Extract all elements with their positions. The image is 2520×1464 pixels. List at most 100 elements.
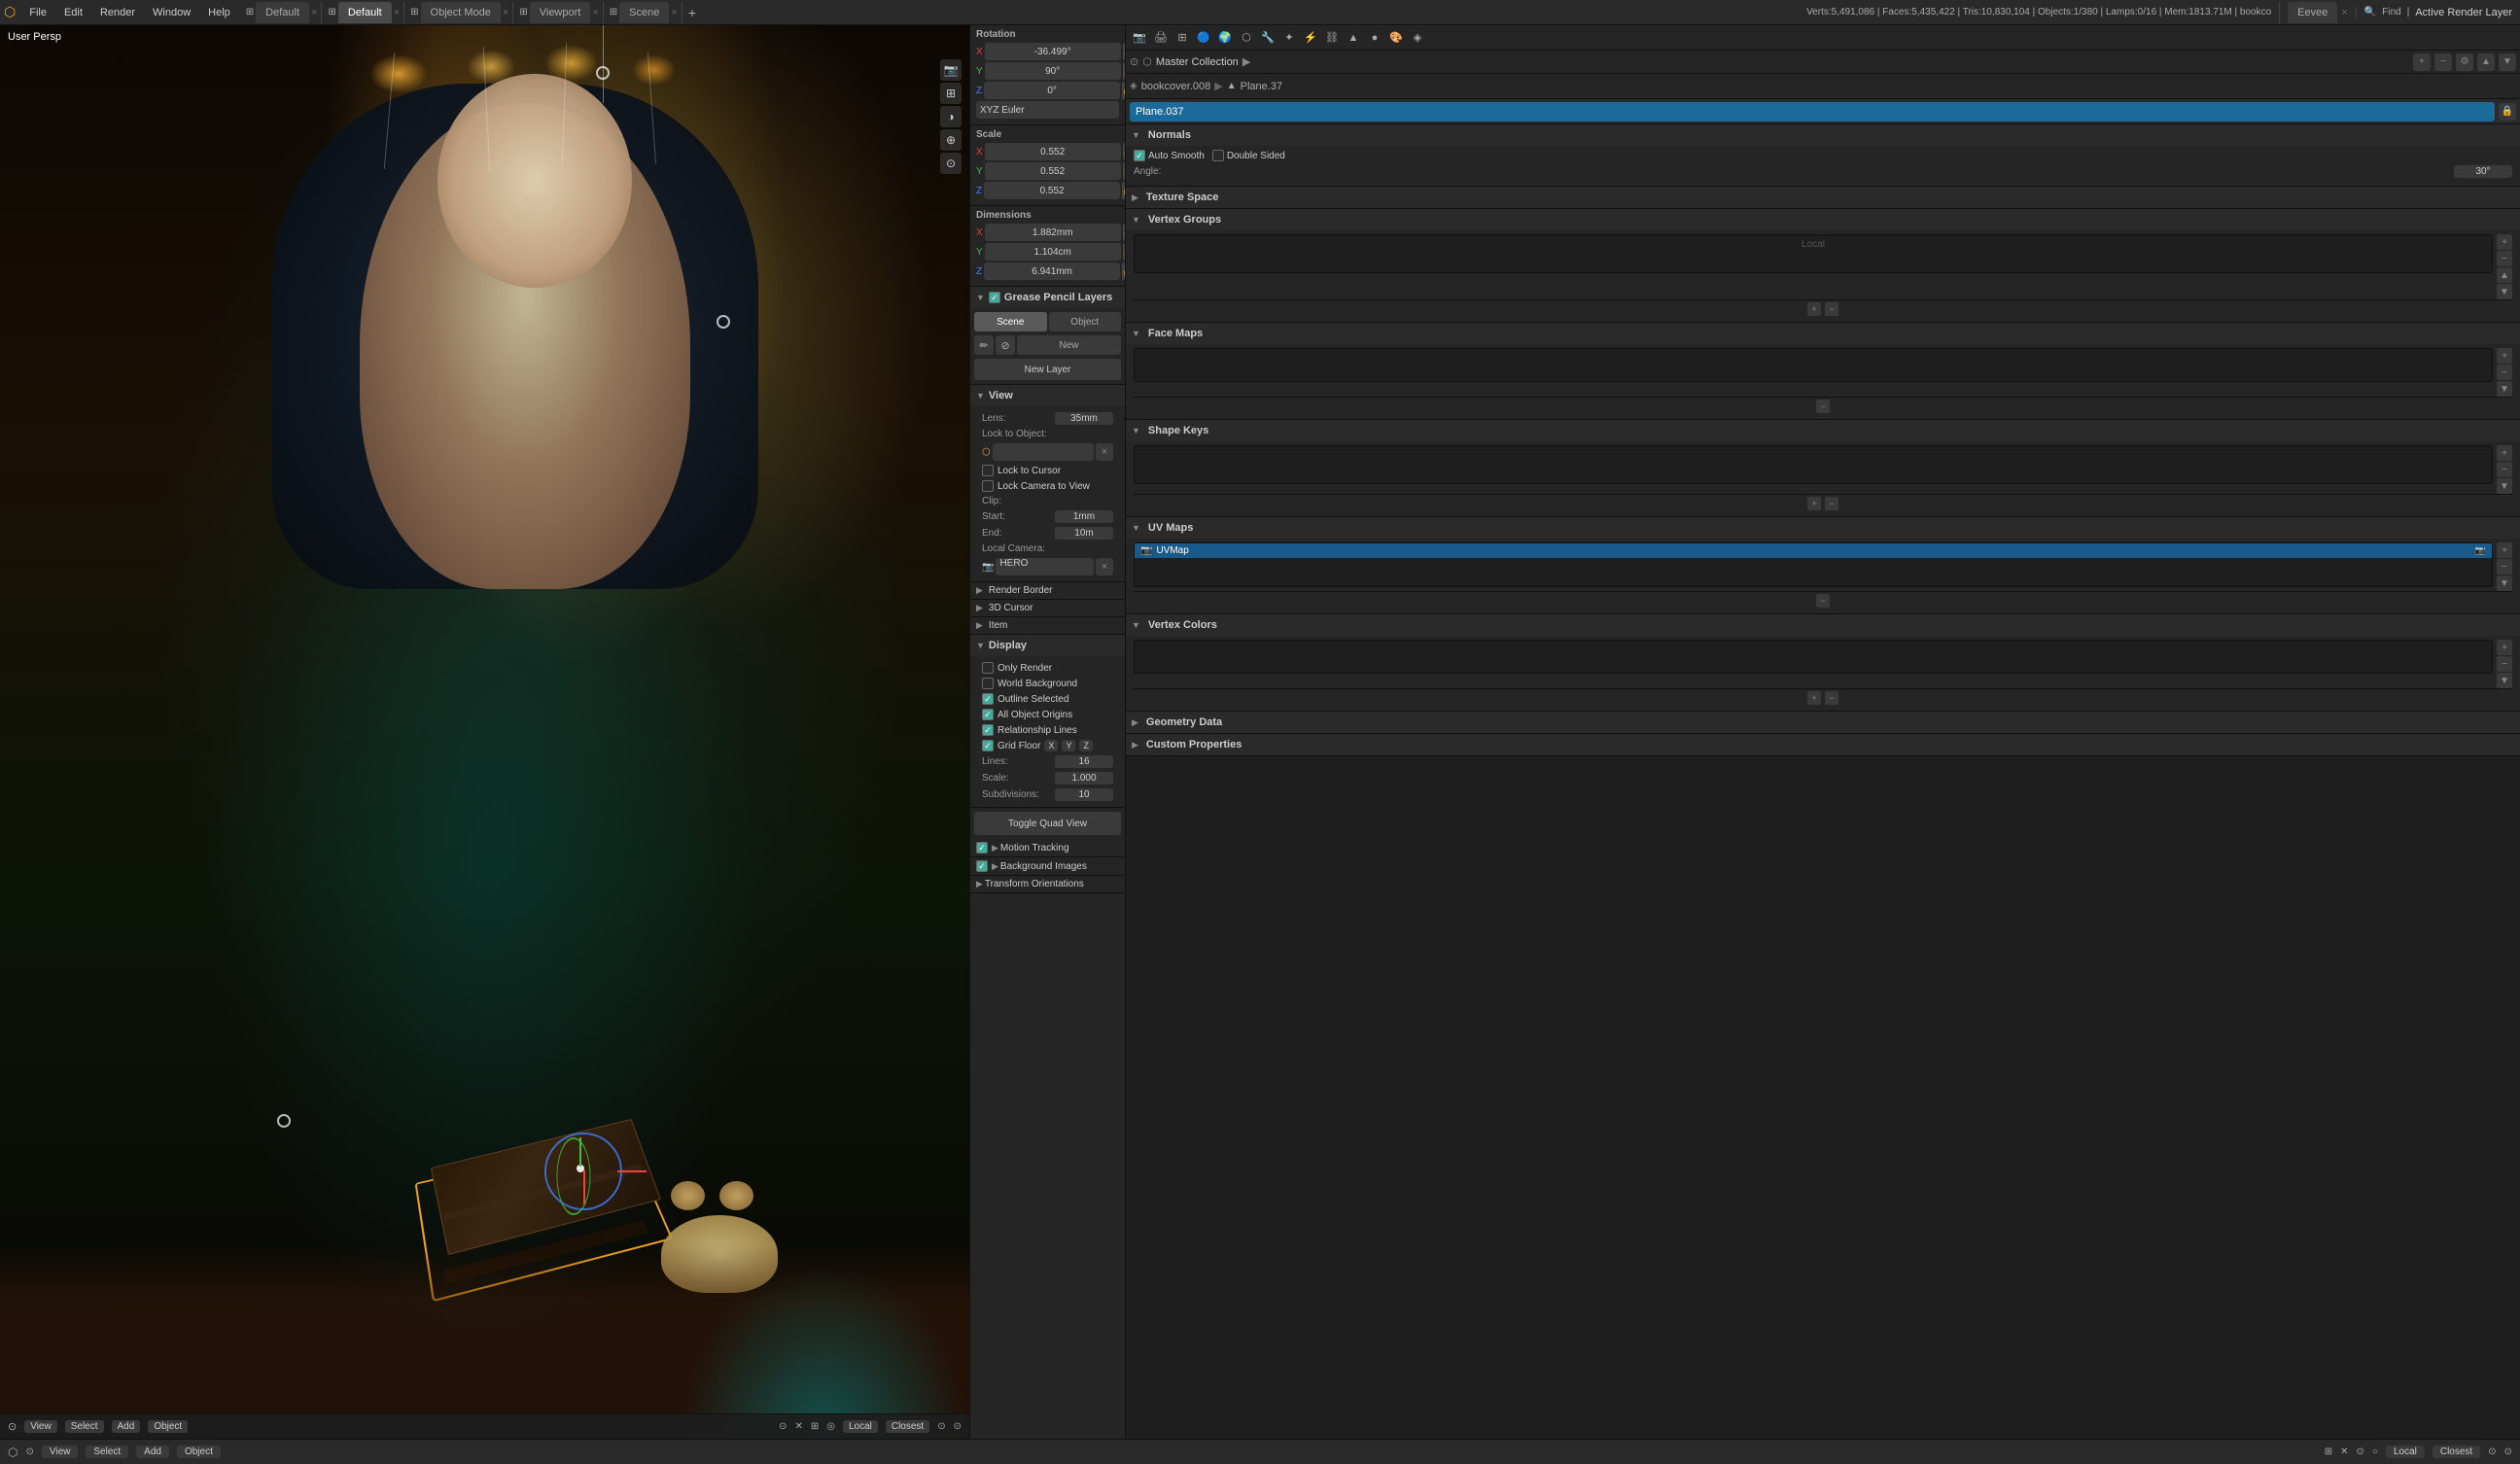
outline-sel-cb[interactable]: ✓	[982, 693, 994, 705]
relationship-cb[interactable]: ✓	[982, 724, 994, 736]
display-header[interactable]: ▼ Display	[970, 635, 1125, 656]
all-origins-row[interactable]: ✓ All Object Origins	[976, 707, 1119, 722]
ws-close-5[interactable]: ×	[671, 7, 677, 18]
rotation-z-input[interactable]: 0°	[984, 82, 1120, 99]
vp-closest[interactable]: Closest	[886, 1420, 929, 1433]
scale-z-input[interactable]: 0.552	[984, 182, 1120, 199]
grid-x-btn[interactable]: X	[1044, 740, 1058, 751]
world-bg-cb[interactable]	[982, 678, 994, 689]
vg-down-btn[interactable]: ▼	[2497, 284, 2512, 299]
grid-y-btn[interactable]: Y	[1062, 740, 1075, 751]
mode-icon-1[interactable]: ⊙	[779, 1421, 787, 1432]
rp-icon-view-layer[interactable]: ⊞	[1172, 28, 1192, 48]
shape-keys-header[interactable]: ▼ Shape Keys	[1126, 420, 2520, 441]
new-layer-button[interactable]: New Layer	[974, 359, 1121, 380]
menu-render[interactable]: Render	[92, 5, 143, 20]
clip-start-value[interactable]: 1mm	[1055, 510, 1113, 523]
vertex-colors-header[interactable]: ▼ Vertex Colors	[1126, 614, 2520, 636]
scale-z-lock[interactable]: 🔒	[1122, 182, 1125, 199]
sk-bottom-1[interactable]: +	[1807, 497, 1821, 510]
face-maps-header[interactable]: ▼ Face Maps	[1126, 323, 2520, 344]
all-origins-cb[interactable]: ✓	[982, 709, 994, 720]
workspace-default-2[interactable]: Default	[338, 2, 392, 23]
bottom-local-btn[interactable]: Local	[2386, 1446, 2425, 1458]
scale-x-lock[interactable]: 🔒	[1123, 143, 1125, 160]
dim-y-lock[interactable]: 🔒	[1123, 243, 1125, 261]
ws-close-2[interactable]: ×	[394, 7, 400, 18]
rp-icon-output[interactable]: 🖨	[1151, 28, 1171, 48]
rp-icon-render[interactable]: 📷	[1130, 28, 1149, 48]
dim-y-input[interactable]: 1.104cm	[985, 243, 1121, 261]
view-section-header[interactable]: ▼ View	[970, 385, 1125, 406]
mode-icon-4[interactable]: ◎	[826, 1421, 835, 1432]
ws-close-4[interactable]: ×	[592, 7, 598, 18]
scale-y-lock[interactable]: 🔒	[1123, 162, 1125, 180]
toggle-quad-view-btn[interactable]: Toggle Quad View	[974, 812, 1121, 835]
rp-settings-btn[interactable]: ⚙	[2456, 53, 2473, 71]
workspace-scene[interactable]: Scene	[619, 2, 669, 23]
vg-up-btn[interactable]: ▲	[2497, 267, 2512, 283]
bottom-add-btn[interactable]: Add	[136, 1446, 169, 1458]
fm-add-btn[interactable]: +	[2497, 348, 2512, 364]
lock-cam-view-row[interactable]: Lock Camera to View	[976, 478, 1119, 494]
rp-icon-particles[interactable]: ✦	[1279, 28, 1299, 48]
vc-remove-btn[interactable]: −	[2497, 656, 2512, 672]
scale-y-input[interactable]: 0.552	[985, 162, 1121, 180]
rotation-x-lock[interactable]: 🔒	[1123, 43, 1125, 60]
grid-z-btn[interactable]: Z	[1079, 740, 1093, 751]
rp-remove-btn[interactable]: −	[2434, 53, 2452, 71]
rotation-mode-input[interactable]: XYZ Euler	[976, 101, 1119, 119]
vc-bottom-2[interactable]: −	[1825, 691, 1838, 705]
lock-obj-field[interactable]	[993, 443, 1094, 461]
relationship-lines-row[interactable]: ✓ Relationship Lines	[976, 722, 1119, 738]
rp-down-btn[interactable]: ▼	[2499, 53, 2516, 71]
subdiv-value[interactable]: 10	[1055, 788, 1113, 801]
add-workspace-btn[interactable]: +	[688, 5, 696, 20]
rp-icon-physics[interactable]: ⚡	[1301, 28, 1320, 48]
sk-remove-btn[interactable]: −	[2497, 462, 2512, 477]
sk-add-btn[interactable]: +	[2497, 445, 2512, 461]
fm-remove-btn[interactable]: −	[2497, 365, 2512, 380]
auto-smooth-cb[interactable]: ✓	[1134, 150, 1145, 161]
cam-select[interactable]: HERO	[996, 558, 1094, 575]
vp-snap-icon[interactable]: ⊙	[937, 1421, 945, 1432]
vc-add-btn[interactable]: +	[2497, 640, 2512, 655]
gp-tab-scene[interactable]: Scene	[974, 312, 1047, 331]
gp-pencil-btn[interactable]: ✏	[974, 335, 994, 355]
gp-checkbox[interactable]: ✓	[989, 292, 1000, 303]
vg-add-btn[interactable]: +	[2497, 234, 2512, 250]
background-images-section[interactable]: ✓ ▶ Background Images	[970, 857, 1125, 876]
geometry-data-header[interactable]: ▶ Geometry Data	[1126, 712, 2520, 733]
custom-properties-header[interactable]: ▶ Custom Properties	[1126, 734, 2520, 755]
normals-header[interactable]: ▼ Normals	[1126, 124, 2520, 146]
uv-remove-btn[interactable]: −	[2497, 559, 2512, 575]
rotation-y-input[interactable]: 90°	[985, 62, 1121, 80]
workspace-object-mode[interactable]: Object Mode	[421, 2, 501, 23]
dim-x-input[interactable]: 1.882mm	[985, 224, 1121, 241]
vp-icon-overlay[interactable]: ⊙	[940, 153, 962, 174]
vp-snap-icon2[interactable]: ⊙	[954, 1421, 962, 1432]
rp-icon-data[interactable]: ▲	[1344, 28, 1363, 48]
double-sided-label[interactable]: Double Sided	[1212, 150, 1285, 161]
menu-help[interactable]: Help	[200, 5, 238, 20]
bottom-view-btn[interactable]: View	[42, 1446, 79, 1458]
menu-edit[interactable]: Edit	[56, 5, 90, 20]
fm-bottom-btn-1[interactable]: −	[1816, 400, 1830, 413]
rp-up-btn[interactable]: ▲	[2477, 53, 2495, 71]
workspace-default-1[interactable]: Default	[256, 2, 309, 23]
obj-name-lock[interactable]: 🔒	[2499, 103, 2516, 121]
vp-bottom-add[interactable]: Add	[112, 1420, 141, 1433]
bottom-icon-snap2[interactable]: ⊙	[2504, 1447, 2512, 1457]
gp-eraser-btn[interactable]: ⊘	[996, 335, 1015, 355]
gp-tab-object[interactable]: Object	[1049, 312, 1122, 331]
lens-value[interactable]: 35mm	[1055, 412, 1113, 425]
rp-icon-material[interactable]: ●	[1365, 28, 1384, 48]
workspace-viewport[interactable]: Viewport	[530, 2, 591, 23]
rp-icon-modifier[interactable]: 🔧	[1258, 28, 1278, 48]
auto-smooth-label[interactable]: ✓ Auto Smooth	[1134, 150, 1205, 161]
vp-bottom-object[interactable]: Object	[148, 1420, 188, 1433]
vp-local-label[interactable]: Local	[843, 1420, 878, 1433]
viewport-3d-scene[interactable]: User Persp 📷 ⊞ ◑ ⊕ ⊙ (190) bookcover008	[0, 25, 969, 1439]
grid-scale-value[interactable]: 1.000	[1055, 772, 1113, 784]
menu-file[interactable]: File	[21, 5, 54, 20]
